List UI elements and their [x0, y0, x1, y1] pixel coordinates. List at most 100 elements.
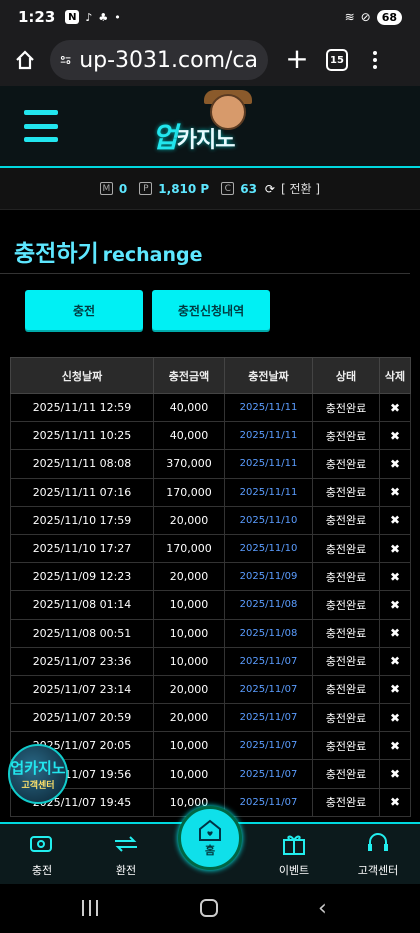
- charge-date-cell: 2025/11/11: [224, 449, 313, 479]
- system-icons: ≋ ⊘ 68: [344, 9, 402, 25]
- delete-button[interactable]: ✖: [379, 392, 411, 423]
- amount-cell: 10,000: [153, 590, 225, 620]
- charge-date-cell: 2025/11/09: [224, 562, 313, 592]
- table-row: 2025/11/07 20:59 20,000 2025/11/07 충전완료 ✖: [10, 703, 411, 733]
- home-icon: [199, 819, 221, 841]
- status-time: 1:23: [18, 8, 56, 26]
- delete-button[interactable]: ✖: [379, 449, 411, 479]
- news-notification-icon: N: [65, 10, 80, 24]
- table-row: 2025/11/08 01:14 10,000 2025/11/08 충전완료 ✖: [10, 590, 411, 620]
- request-date-cell: 2025/11/11 10:25: [10, 421, 154, 451]
- delete-button[interactable]: ✖: [379, 759, 411, 789]
- table-row: 2025/11/11 07:16 170,000 2025/11/11 충전완료 ✖: [10, 477, 411, 507]
- amount-cell: 170,000: [153, 477, 225, 507]
- amount-cell: 10,000: [153, 731, 225, 761]
- browser-menu-button[interactable]: [370, 51, 380, 69]
- logo-text: 업카지노: [152, 121, 235, 154]
- delete-button[interactable]: ✖: [379, 731, 411, 761]
- nav-home[interactable]: 홈: [178, 806, 242, 870]
- dot-icon: •: [114, 10, 121, 24]
- charge-date-cell: 2025/11/11: [224, 392, 313, 423]
- table-row: 2025/11/07 19:56 10,000 2025/11/07 충전완료 ✖: [10, 759, 411, 789]
- charge-date-cell: 2025/11/11: [224, 421, 313, 451]
- dnd-icon: ⊘: [360, 10, 371, 24]
- delete-button[interactable]: ✖: [379, 646, 411, 676]
- title-divider: [0, 273, 410, 274]
- col-amount: 충전금액: [153, 357, 225, 394]
- request-date-cell: 2025/11/11 07:16: [10, 477, 154, 507]
- point-icon: P: [139, 182, 153, 195]
- table-row: 2025/11/07 20:05 10,000 2025/11/07 충전완료 ✖: [10, 731, 411, 761]
- delete-button[interactable]: ✖: [379, 505, 411, 535]
- amount-cell: 40,000: [153, 392, 225, 423]
- charge-history-button[interactable]: 충전신청내역: [152, 290, 270, 330]
- delete-button[interactable]: ✖: [379, 674, 411, 705]
- support-float-button[interactable]: 업카지노 고객센터: [8, 744, 68, 804]
- status-cell: 충전완료: [312, 759, 380, 789]
- delete-button[interactable]: ✖: [379, 787, 411, 817]
- amount-cell: 20,000: [153, 505, 225, 535]
- float-badge-subtitle: 고객센터: [21, 781, 55, 791]
- amount-cell: 10,000: [153, 759, 225, 789]
- charge-date-cell: 2025/11/07: [224, 703, 313, 733]
- table-row: 2025/11/10 17:27 170,000 2025/11/10 충전완료 ✖: [10, 533, 411, 564]
- request-date-cell: 2025/11/08 00:51: [10, 618, 154, 648]
- status-cell: 충전완료: [312, 449, 380, 479]
- nav-event[interactable]: 이벤트: [254, 830, 334, 878]
- amount-cell: 10,000: [153, 646, 225, 676]
- status-cell: 충전완료: [312, 787, 380, 817]
- nav-support[interactable]: 고객센터: [338, 830, 418, 878]
- status-cell: 충전완료: [312, 618, 380, 648]
- status-cell: 충전완료: [312, 477, 380, 507]
- delete-button[interactable]: ✖: [379, 562, 411, 592]
- amount-cell: 20,000: [153, 562, 225, 592]
- delete-button[interactable]: ✖: [379, 477, 411, 507]
- charge-date-cell: 2025/11/07: [224, 674, 313, 705]
- money-value: 0: [118, 181, 128, 196]
- status-cell: 충전완료: [312, 421, 380, 451]
- request-date-cell: 2025/11/11 08:08: [10, 449, 154, 479]
- recent-apps-icon[interactable]: [82, 900, 98, 916]
- switch-button[interactable]: [ 전환 ]: [281, 180, 320, 197]
- site-logo[interactable]: 업카지노: [152, 90, 272, 162]
- request-date-cell: 2025/11/07 23:14: [10, 674, 154, 705]
- table-header-row: 신청날짜 충전금액 충전날짜 상태 삭제: [10, 357, 411, 394]
- request-date-cell: 2025/11/10 17:27: [10, 533, 154, 564]
- tab-switcher-button[interactable]: 15: [326, 49, 348, 71]
- status-cell: 충전완료: [312, 646, 380, 676]
- charge-button[interactable]: 충전: [25, 290, 143, 330]
- delete-button[interactable]: ✖: [379, 703, 411, 733]
- status-bar: 1:23 N ♪ ♣ • ≋ ⊘ 68: [0, 0, 420, 34]
- page-title: 충전하기 rechange: [14, 241, 203, 267]
- nav-exchange[interactable]: 환전: [86, 830, 166, 878]
- android-home-icon[interactable]: [200, 899, 218, 917]
- home-outline-icon: [16, 50, 34, 70]
- coupon-icon: C: [221, 182, 235, 195]
- nav-charge[interactable]: 충전: [2, 830, 82, 878]
- charge-date-cell: 2025/11/07: [224, 787, 313, 817]
- status-cell: 충전완료: [312, 731, 380, 761]
- address-bar[interactable]: up-3031.com/ca: [50, 40, 268, 80]
- refresh-icon[interactable]: ⟳: [265, 182, 275, 196]
- status-cell: 충전완료: [312, 562, 380, 592]
- charge-date-cell: 2025/11/10: [224, 505, 313, 535]
- delete-button[interactable]: ✖: [379, 533, 411, 564]
- points-bar: M 0 P 1,810 P C 63 ⟳ [ 전환 ]: [0, 168, 420, 210]
- request-date-cell: 2025/11/07 20:59: [10, 703, 154, 733]
- delete-button[interactable]: ✖: [379, 590, 411, 620]
- table-row: 2025/11/11 08:08 370,000 2025/11/11 충전완료 ✖: [10, 449, 411, 479]
- table-row: 2025/11/10 17:59 20,000 2025/11/10 충전완료 ✖: [10, 505, 411, 535]
- menu-icon[interactable]: [24, 110, 58, 142]
- delete-button[interactable]: ✖: [379, 421, 411, 451]
- point-value: 1,810 P: [158, 181, 210, 196]
- delete-button[interactable]: ✖: [379, 618, 411, 648]
- charge-date-cell: 2025/11/08: [224, 618, 313, 648]
- request-date-cell: 2025/11/10 17:59: [10, 505, 154, 535]
- browser-toolbar: up-3031.com/ca + 15: [0, 34, 420, 86]
- browser-home-button[interactable]: [10, 45, 40, 75]
- wifi-off-icon: ≋: [344, 10, 355, 24]
- back-icon[interactable]: ‹: [318, 896, 327, 921]
- amount-cell: 20,000: [153, 703, 225, 733]
- gift-icon: [279, 830, 309, 858]
- new-tab-button[interactable]: +: [282, 45, 312, 75]
